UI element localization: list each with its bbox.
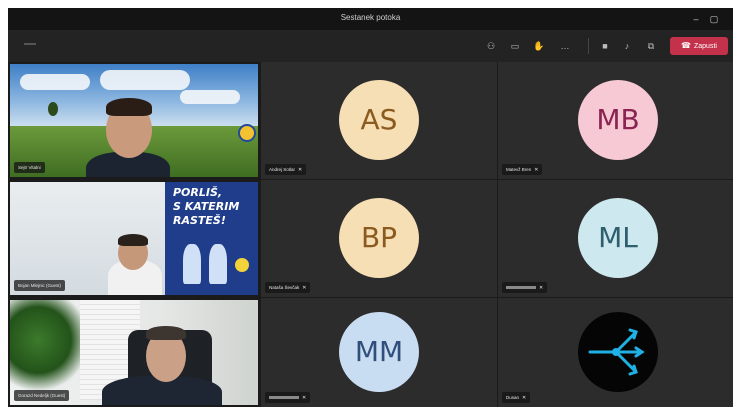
avatar: MB xyxy=(578,80,658,160)
title-bar: Sestanek potoka – ▢ xyxy=(8,8,733,30)
maximize-icon[interactable]: ▢ xyxy=(706,11,722,27)
cloud xyxy=(180,90,240,104)
raise-hand-icon[interactable]: ✋ xyxy=(532,39,546,53)
mic-muted-icon: ✕ xyxy=(534,167,539,173)
poster-line-2: S KATERIM xyxy=(173,200,240,213)
avatar: BP xyxy=(339,198,419,278)
avatar: AS xyxy=(339,80,419,160)
avatar-initials: MB xyxy=(596,103,640,136)
leave-label: Zapusti xyxy=(694,43,717,50)
mic-muted-icon: ✕ xyxy=(302,395,307,401)
participant-tile-video-4[interactable]: PORLIŠ, S KATERIM RASTEŠ! Bojan Mlejnic … xyxy=(8,180,260,297)
participant-tile-2[interactable]: AS Andrej Sotlar ✕ xyxy=(261,62,497,179)
poster-figure xyxy=(209,244,227,284)
mic-muted-icon: ✕ xyxy=(302,285,307,291)
participant-name: Dusan ✕ xyxy=(502,392,531,403)
participant-tile-5[interactable]: BP Nataša Ševčak ✕ xyxy=(261,180,497,297)
poster-line-1: PORLIŠ, xyxy=(173,186,223,199)
participant-name: Matevž Bren ✕ xyxy=(502,164,543,175)
participant-name: Sejtr Vitalni xyxy=(14,162,45,173)
mic-muted-icon: ✕ xyxy=(539,285,544,291)
poster: PORLIŠ, S KATERIM RASTEŠ! xyxy=(165,182,258,295)
chat-icon[interactable]: ▭ xyxy=(508,39,522,53)
participant-name: Bojan Mlejnic (Guest) xyxy=(14,280,66,291)
avatar-logo xyxy=(578,312,658,392)
mic-icon[interactable]: ♪ xyxy=(620,39,634,53)
participant-name: Nataša Ševčak ✕ xyxy=(265,282,311,293)
leave-button[interactable]: ☎ Zapusti xyxy=(670,37,728,55)
cloud xyxy=(100,70,190,90)
teams-meeting-window: Sestanek potoka – ▢ ⚇ ▭ ✋ … ■ ♪ ⧉ ☎ Zapus… xyxy=(8,8,733,407)
person-hair xyxy=(146,326,186,340)
camera-icon[interactable]: ■ xyxy=(598,39,612,53)
person-hair xyxy=(118,234,148,246)
avatar-initials: AS xyxy=(360,103,398,136)
more-icon[interactable]: … xyxy=(558,39,572,53)
participant-tile-8[interactable]: MM ✕ xyxy=(261,298,497,407)
participant-tile-video-7[interactable]: Gorazd Nedeljk (Guest) xyxy=(8,298,260,407)
participants-icon[interactable]: ⚇ xyxy=(484,39,498,53)
badge-icon xyxy=(238,124,256,142)
avatar-initials: MM xyxy=(354,335,404,368)
poster-logo-icon xyxy=(235,258,249,272)
name-text xyxy=(269,396,299,400)
participant-tile-9[interactable]: Dusan ✕ xyxy=(498,298,733,407)
name-text: Sejtr Vitalni xyxy=(18,165,41,170)
avatar-initials: BP xyxy=(360,221,398,254)
name-text: Dusan xyxy=(506,395,520,400)
toolbar-divider xyxy=(588,38,589,54)
participant-name: Gorazd Nedeljk (Guest) xyxy=(14,390,70,401)
participant-tile-3[interactable]: MB Matevž Bren ✕ xyxy=(498,62,733,179)
participant-name: Andrej Sotlar ✕ xyxy=(265,164,307,175)
poster-figure xyxy=(183,244,201,284)
network-logo-icon xyxy=(588,328,645,376)
name-text xyxy=(506,286,536,290)
participant-name: ✕ xyxy=(502,282,548,293)
mic-muted-icon: ✕ xyxy=(298,167,303,173)
cloud xyxy=(20,74,90,90)
name-text: Gorazd Nedeljk (Guest) xyxy=(18,393,66,398)
mic-muted-icon: ✕ xyxy=(522,395,527,401)
participant-tile-6[interactable]: ML ✕ xyxy=(498,180,733,297)
name-text: Matevž Bren xyxy=(506,167,532,172)
poster-line-3: RASTEŠ! xyxy=(173,214,226,227)
name-text: Nataša Ševčak xyxy=(269,285,300,290)
participant-tile-video-1[interactable]: Sejtr Vitalni xyxy=(8,62,260,179)
tree-shape xyxy=(48,102,58,116)
name-text: Bojan Mlejnic (Guest) xyxy=(18,283,62,288)
phone-icon: ☎ xyxy=(681,41,691,50)
minimize-icon[interactable]: – xyxy=(688,11,704,27)
avatar: MM xyxy=(339,312,419,392)
video-grid: Sejtr Vitalni AS Andrej Sotlar ✕ MB Matev… xyxy=(8,62,733,407)
avatar: ML xyxy=(578,198,658,278)
meeting-toolbar: ⚇ ▭ ✋ … ■ ♪ ⧉ ☎ Zapusti xyxy=(8,30,733,62)
avatar-initials: ML xyxy=(598,221,638,254)
menu-icon[interactable] xyxy=(24,43,36,45)
share-icon[interactable]: ⧉ xyxy=(644,39,658,53)
window-title: Sestanek potoka xyxy=(340,13,401,22)
plant xyxy=(10,300,80,400)
person-hair xyxy=(106,98,152,116)
name-text: Andrej Sotlar xyxy=(269,167,296,172)
participant-name: ✕ xyxy=(265,392,311,403)
